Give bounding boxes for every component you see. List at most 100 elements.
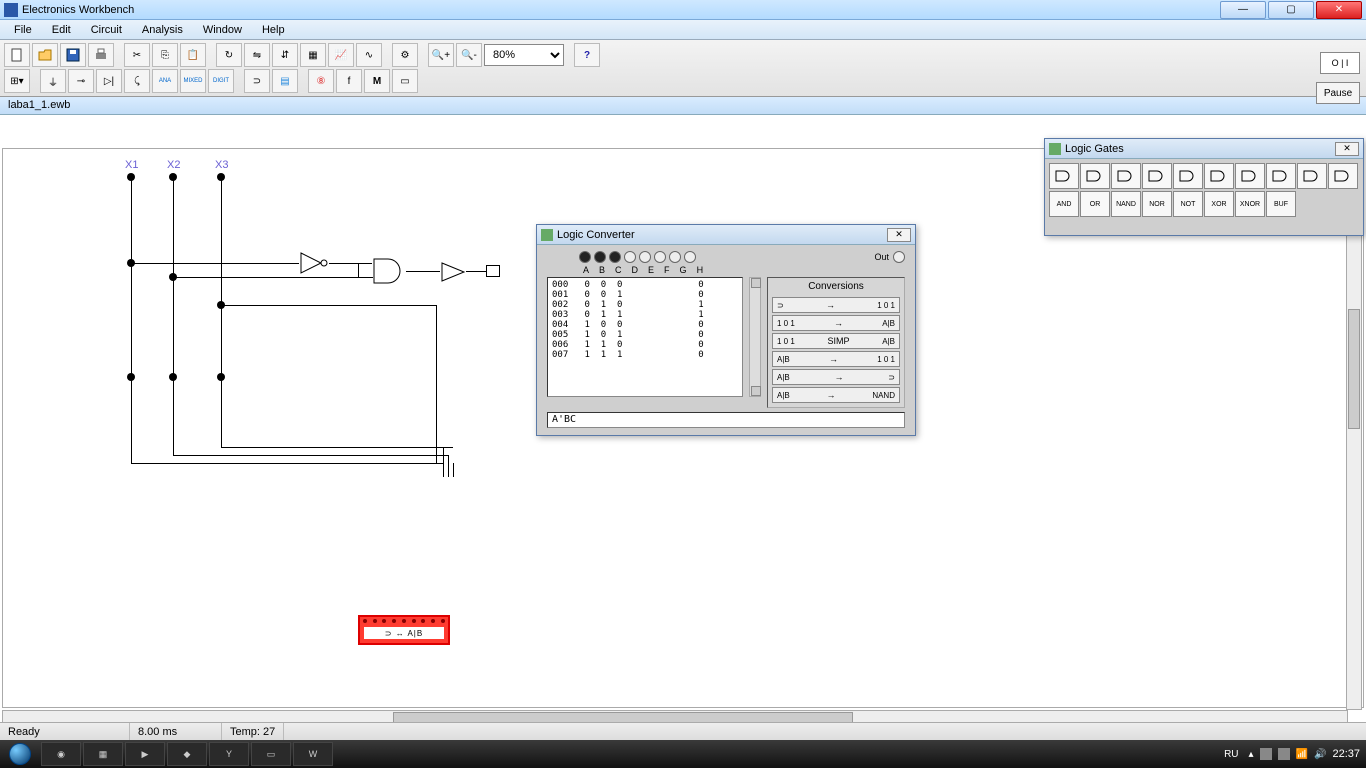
gate-label-and[interactable]: AND: [1049, 191, 1079, 217]
gate-symbol-xor[interactable]: [1204, 163, 1234, 189]
taskbar-item-4[interactable]: ◆: [167, 742, 207, 766]
logic-gates-close-button[interactable]: ✕: [1335, 142, 1359, 156]
gate-label-or[interactable]: OR: [1080, 191, 1110, 217]
paste-button[interactable]: 📋: [180, 43, 206, 67]
conv-circuit-to-table[interactable]: ⊃→1 0 1: [772, 297, 900, 313]
minimize-button[interactable]: —: [1220, 1, 1266, 19]
mixed-ic-button[interactable]: MIXED: [180, 69, 206, 93]
conv-table-to-expr[interactable]: 1 0 1→A|B: [772, 315, 900, 331]
taskbar-clock[interactable]: 22:37: [1332, 748, 1360, 760]
menu-circuit[interactable]: Circuit: [81, 22, 132, 38]
gate-symbol-xnor[interactable]: [1235, 163, 1265, 189]
menu-analysis[interactable]: Analysis: [132, 22, 193, 38]
taskbar-item-3[interactable]: ▶: [125, 742, 165, 766]
logic-converter-close-button[interactable]: ✕: [887, 228, 911, 242]
tray-flag-icon[interactable]: [1260, 748, 1272, 760]
menu-edit[interactable]: Edit: [42, 22, 81, 38]
indicators-button[interactable]: ▤: [272, 69, 298, 93]
copy-button[interactable]: ⎘: [152, 43, 178, 67]
ground-button[interactable]: ⏚: [40, 69, 66, 93]
gate-label-buf[interactable]: BUF: [1266, 191, 1296, 217]
start-button[interactable]: [0, 740, 40, 768]
language-indicator[interactable]: RU: [1220, 749, 1242, 760]
menu-file[interactable]: File: [4, 22, 42, 38]
gate-label-nand[interactable]: NAND: [1111, 191, 1141, 217]
gate-label-xnor[interactable]: XNOR: [1235, 191, 1265, 217]
zoom-in-button[interactable]: 🔍+: [428, 43, 454, 67]
conv-expr-to-table[interactable]: A|B→1 0 1: [772, 351, 900, 367]
truth-table-scrollbar[interactable]: [749, 277, 761, 397]
tray-chevron-icon[interactable]: ▴: [1249, 749, 1254, 760]
conv-expr-to-nand[interactable]: A|B→NAND: [772, 387, 900, 403]
terminal-d[interactable]: [624, 251, 636, 263]
gate-label-not[interactable]: NOT: [1173, 191, 1203, 217]
terminal-c[interactable]: [609, 251, 621, 263]
analog-ic-button[interactable]: ANA: [152, 69, 178, 93]
component-props-button[interactable]: ⚙: [392, 43, 418, 67]
tray-battery-icon[interactable]: [1278, 748, 1290, 760]
digital-ic-button[interactable]: DIGIT: [208, 69, 234, 93]
maximize-button[interactable]: ▢: [1268, 1, 1314, 19]
gate-symbol-not[interactable]: [1173, 163, 1203, 189]
close-button[interactable]: ✕: [1316, 1, 1362, 19]
rotate-button[interactable]: ↻: [216, 43, 242, 67]
gate-symbol-nand[interactable]: [1111, 163, 1141, 189]
expression-field[interactable]: A'BC: [547, 412, 905, 428]
flip-h-button[interactable]: ⇋: [244, 43, 270, 67]
taskbar-item-7[interactable]: W: [293, 742, 333, 766]
flip-v-button[interactable]: ⇵: [272, 43, 298, 67]
gate-label-nor[interactable]: NOR: [1142, 191, 1172, 217]
terminal-e[interactable]: [639, 251, 651, 263]
terminal-g[interactable]: [669, 251, 681, 263]
help-button[interactable]: ?: [574, 43, 600, 67]
gate-symbol-or[interactable]: [1080, 163, 1110, 189]
zoom-select[interactable]: 80%: [484, 44, 564, 66]
input-label-x1: X1: [125, 159, 138, 171]
menu-help[interactable]: Help: [252, 22, 295, 38]
taskbar-item-2[interactable]: ▦: [83, 742, 123, 766]
function-gen-button[interactable]: f: [336, 69, 362, 93]
logic-converter-component[interactable]: ⊃ ↔ A|B: [358, 615, 450, 645]
logic-gates-titlebar[interactable]: Logic Gates ✕: [1045, 139, 1363, 159]
save-button[interactable]: [60, 43, 86, 67]
terminal-f[interactable]: [654, 251, 666, 263]
oscilloscope-button[interactable]: ▭: [392, 69, 418, 93]
tray-network-icon[interactable]: 📶: [1296, 749, 1308, 760]
logic-gates-button[interactable]: ⊃: [244, 69, 270, 93]
analysis-button[interactable]: ∿: [356, 43, 382, 67]
app-title: Electronics Workbench: [22, 4, 134, 16]
terminal-b[interactable]: [594, 251, 606, 263]
taskbar-item-1[interactable]: ◉: [41, 742, 81, 766]
conv-table-to-simp-expr[interactable]: 1 0 1SIMPA|B: [772, 333, 900, 349]
tray-volume-icon[interactable]: 🔊: [1314, 749, 1326, 760]
menu-window[interactable]: Window: [193, 22, 252, 38]
diode-button[interactable]: ▷|: [96, 69, 122, 93]
seven-seg-button[interactable]: ⑧: [308, 69, 334, 93]
new-file-button[interactable]: [4, 43, 30, 67]
resistor-button[interactable]: ⊸: [68, 69, 94, 93]
gate-label-xor[interactable]: XOR: [1204, 191, 1234, 217]
conv-expr-to-circuit[interactable]: A|B→⊃: [772, 369, 900, 385]
sources-palette-button[interactable]: ⊞▾: [4, 69, 30, 93]
logic-converter-titlebar[interactable]: Logic Converter ✕: [537, 225, 915, 245]
terminal-a[interactable]: [579, 251, 591, 263]
cut-button[interactable]: ✂: [124, 43, 150, 67]
taskbar-item-5[interactable]: Y: [209, 742, 249, 766]
gate-symbol-and[interactable]: [1049, 163, 1079, 189]
transistor-button[interactable]: ⤹: [124, 69, 150, 93]
gate-symbol-tri[interactable]: [1297, 163, 1327, 189]
subcircuit-button[interactable]: ▦: [300, 43, 326, 67]
gate-symbol-nor[interactable]: [1142, 163, 1172, 189]
pause-button[interactable]: Pause: [1316, 82, 1360, 104]
terminal-h[interactable]: [684, 251, 696, 263]
multimeter-button[interactable]: M: [364, 69, 390, 93]
taskbar-item-6[interactable]: ▭: [251, 742, 291, 766]
power-switch[interactable]: O | I: [1320, 52, 1360, 74]
gate-symbol-inv[interactable]: [1328, 163, 1358, 189]
gate-symbol-buf[interactable]: [1266, 163, 1296, 189]
open-file-button[interactable]: [32, 43, 58, 67]
print-button[interactable]: [88, 43, 114, 67]
input-label-x2: X2: [167, 159, 180, 171]
zoom-out-button[interactable]: 🔍-: [456, 43, 482, 67]
graph-button[interactable]: 📈: [328, 43, 354, 67]
